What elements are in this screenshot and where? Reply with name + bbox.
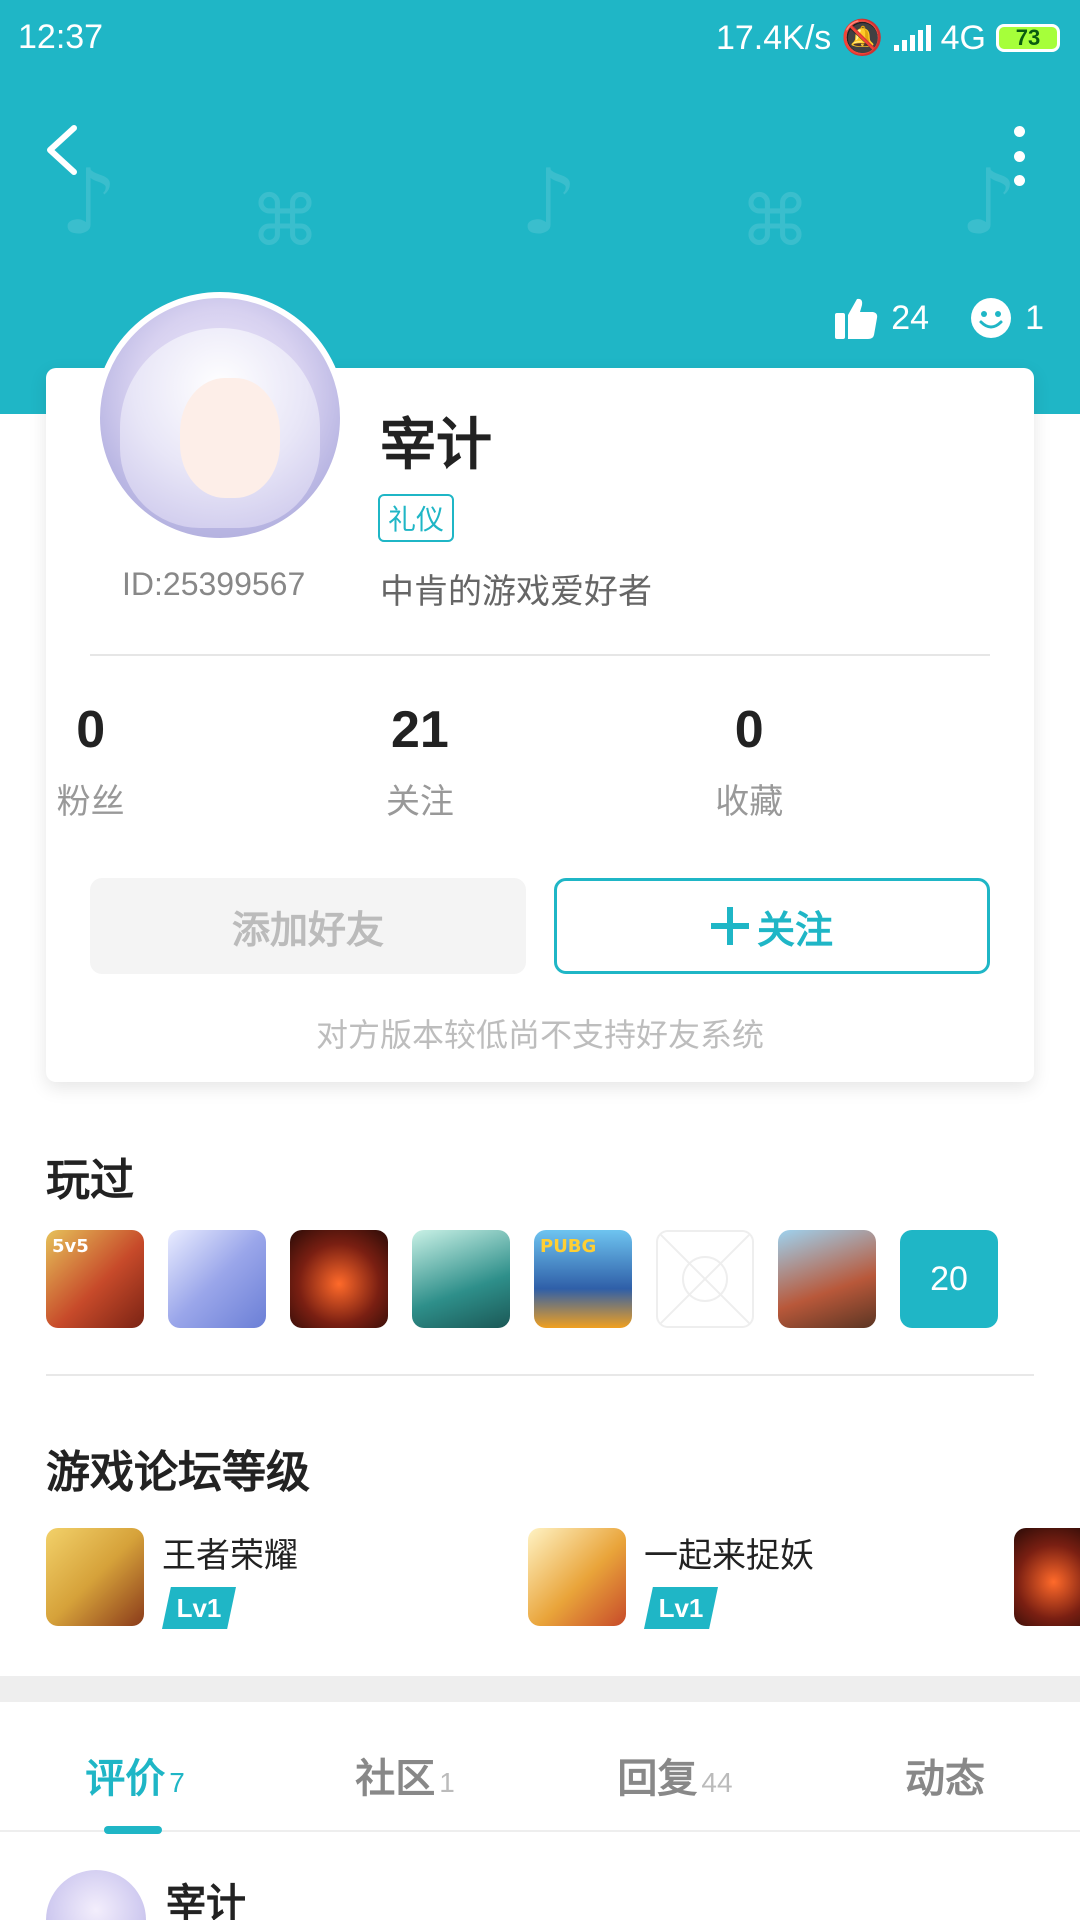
user-id: ID:25399567: [122, 566, 306, 602]
tab-activity[interactable]: 动态: [810, 1702, 1080, 1830]
stat-label: 关注: [385, 782, 454, 822]
game-icon-peace-elite[interactable]: [778, 1230, 876, 1328]
tab-replies[interactable]: 回复 44: [540, 1702, 810, 1830]
forum-section-title: 游戏论坛等级: [46, 1447, 310, 1498]
likes-count: 24: [891, 298, 930, 337]
game-tag: 5v5: [52, 1236, 89, 1257]
tab-count: 1: [439, 1767, 455, 1798]
game-icon-placeholder[interactable]: [656, 1230, 754, 1328]
tab-count: 7: [169, 1767, 185, 1798]
network-type: 4G: [940, 18, 986, 57]
game-icon-dragon-raja[interactable]: [168, 1230, 266, 1328]
forum-text: 王者荣耀 Lv1: [162, 1528, 298, 1629]
stat-value: 21: [391, 701, 449, 759]
game-icon-dark-game: [1014, 1528, 1080, 1626]
author-name: 宰计: [166, 1881, 246, 1920]
plus-icon: [710, 907, 749, 945]
game-icon-honor-of-kings[interactable]: 5v5: [46, 1230, 144, 1328]
favorites-stat[interactable]: 0 收藏: [585, 700, 914, 823]
stat-value: 0: [76, 701, 106, 759]
played-games-list: 5v5 PUBG 20: [46, 1230, 998, 1328]
gamepad-icon: ⌘: [250, 180, 320, 262]
game-icon-dark-game[interactable]: [290, 1230, 388, 1328]
status-indicators: 17.4K/s 🔕 4G 73: [716, 18, 1060, 58]
following-stat[interactable]: 21 关注: [255, 700, 584, 823]
more-games-count[interactable]: 20: [900, 1230, 998, 1328]
chevron-left-icon: [47, 125, 77, 175]
tab-label: 动态: [905, 1756, 985, 1802]
tab-label: 评价: [85, 1756, 166, 1802]
add-friend-button[interactable]: 添加好友: [90, 878, 526, 974]
back-button[interactable]: [42, 122, 92, 182]
game-icon-catch-monsters: [528, 1528, 626, 1626]
level-badge: Lv1: [162, 1587, 236, 1629]
follow-label: 关注: [756, 907, 833, 952]
smiles-stat[interactable]: 1: [969, 296, 1044, 340]
thumbs-up-icon: [835, 298, 878, 339]
status-time: 12:37: [18, 18, 104, 56]
section-gap: [0, 1676, 1080, 1702]
profile-reactions: 24 1: [833, 295, 1044, 341]
status-bar: 12:37 17.4K/s 🔕 4G 73: [0, 0, 1080, 72]
mute-bell-icon: 🔕: [841, 19, 884, 57]
follow-button[interactable]: 关注: [554, 878, 990, 974]
friend-system-notice: 对方版本较低尚不支持好友系统: [315, 1016, 764, 1054]
avatar[interactable]: [94, 292, 346, 544]
forum-game-name: 一起来捉妖: [644, 1536, 814, 1576]
signal-icon: [893, 25, 931, 51]
stat-value: 0: [734, 701, 764, 759]
game-tag: PUBG: [540, 1236, 597, 1257]
battery-icon: 73: [996, 24, 1060, 52]
forum-text: 一起来捉妖 Lv1: [644, 1528, 814, 1629]
forum-levels-list: 王者荣耀 Lv1 一起来捉妖 Lv1: [0, 1528, 1080, 1629]
more-dot-icon: [1013, 175, 1025, 186]
game-icon-honor-of-kings: [46, 1528, 144, 1626]
more-dot-icon: [1013, 150, 1025, 162]
active-tab-indicator: [104, 1826, 162, 1834]
more-options-button[interactable]: [1004, 126, 1034, 186]
image-placeholder-icon: [658, 1232, 752, 1326]
smile-face-icon: [971, 298, 1012, 338]
user-badge: 礼仪: [378, 494, 455, 542]
avatar: [46, 1870, 146, 1920]
tab-reviews[interactable]: 评价 7: [0, 1702, 270, 1830]
forum-item-catch-monsters[interactable]: 一起来捉妖 Lv1: [528, 1528, 814, 1629]
stat-label: 收藏: [715, 782, 784, 822]
user-name: 宰计: [380, 413, 492, 478]
music-note-icon: ♪: [520, 150, 578, 255]
section-divider: [46, 1374, 1034, 1376]
tab-label: 回复: [617, 1756, 698, 1802]
tab-count: 44: [701, 1767, 733, 1798]
profile-stats: 0 粉丝 21 关注 0 收藏: [46, 700, 1034, 823]
level-badge: Lv1: [644, 1587, 718, 1629]
played-section-title: 玩过: [46, 1155, 134, 1206]
tab-label: 社区: [355, 1756, 436, 1802]
game-icon-pubg[interactable]: PUBG: [534, 1230, 632, 1328]
tab-community[interactable]: 社区 1: [270, 1702, 540, 1830]
game-icon-jx3[interactable]: [412, 1230, 510, 1328]
divider: [90, 654, 990, 656]
user-description: 中肯的游戏爱好者: [380, 572, 652, 612]
review-author[interactable]: 宰计: [46, 1870, 246, 1920]
forum-item-honor-of-kings[interactable]: 王者荣耀 Lv1: [46, 1528, 298, 1629]
avatar-face: [180, 378, 280, 498]
forum-game-name: 王者荣耀: [162, 1536, 298, 1576]
net-speed: 17.4K/s: [715, 18, 832, 57]
forum-item-partial[interactable]: [1014, 1528, 1080, 1626]
more-dot-icon: [1013, 126, 1025, 137]
content-tabs: 评价 7 社区 1 回复 44 动态: [0, 1702, 1080, 1832]
likes-stat[interactable]: 24: [833, 295, 929, 341]
stat-label: 粉丝: [56, 782, 125, 822]
smiles-count: 1: [1025, 298, 1044, 337]
fans-stat[interactable]: 0 粉丝: [0, 700, 255, 823]
gamepad-icon: ⌘: [740, 180, 810, 262]
